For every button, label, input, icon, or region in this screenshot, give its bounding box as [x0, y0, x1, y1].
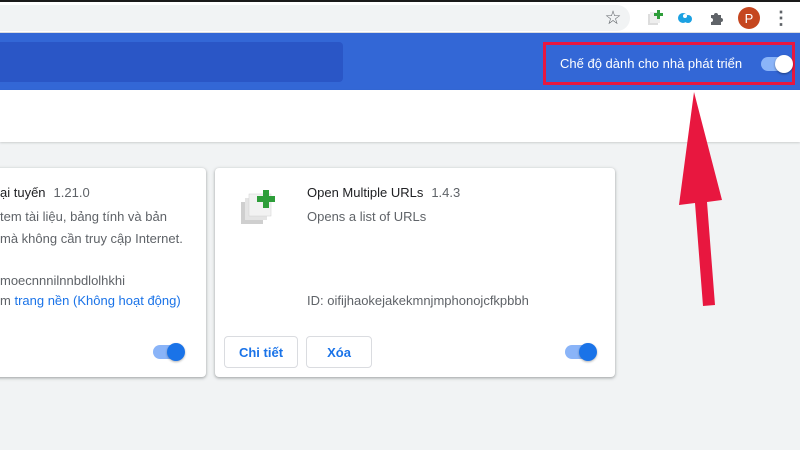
inspect-views: m trang nền (Không hoạt động)	[0, 290, 181, 312]
search-extensions-bar[interactable]	[0, 42, 343, 82]
description-line: tem tài liệu, bảng tính và bản	[0, 209, 167, 224]
extensions-header: Chế độ dành cho nhà phát triển	[0, 33, 800, 90]
toggle-thumb	[167, 343, 185, 361]
extension-id: moecnnnilnnbdlolhkhi	[0, 273, 126, 288]
extensions-page: ☆ P ⋮ Chế độ dành cho nhà phát triển ại …	[0, 0, 800, 450]
star-icon[interactable]: ☆	[602, 7, 624, 29]
extension-description: tem tài liệu, bảng tính và bản mà không …	[0, 206, 183, 250]
open-multiple-urls-logo-icon	[241, 190, 275, 224]
extension-version: 1.4.3	[431, 185, 461, 200]
cloud-sync-icon[interactable]	[674, 7, 696, 29]
extension-open-multiple-urls-icon[interactable]	[644, 7, 666, 29]
address-bar[interactable]	[0, 5, 630, 31]
developer-mode-toggle[interactable]	[761, 55, 793, 73]
extension-title: Open Multiple URLs 1.4.3	[307, 185, 460, 200]
extension-description: Opens a list of URLs	[307, 209, 427, 224]
more-menu-icon[interactable]: ⋮	[770, 7, 792, 29]
extension-name: Open Multiple URLs	[307, 185, 424, 200]
developer-mode-label: Chế độ dành cho nhà phát triển	[560, 56, 743, 71]
extension-enable-toggle[interactable]	[565, 343, 597, 361]
description-line: mà không cần truy cập Internet.	[0, 231, 183, 246]
browser-toolbar: ☆ P ⋮	[0, 0, 800, 33]
extension-enable-toggle[interactable]	[153, 343, 185, 361]
puzzle-icon[interactable]	[706, 7, 728, 29]
extension-card: ại tuyến 1.21.0 tem tài liệu, bảng tính v…	[0, 168, 206, 377]
inspect-views-prefix: m	[0, 293, 15, 308]
extension-title: ại tuyến 1.21.0	[0, 185, 90, 200]
remove-button[interactable]: Xóa	[306, 336, 372, 368]
background-page-link[interactable]: trang nền (Không hoạt động)	[14, 293, 180, 308]
extension-card-open-multiple-urls: Open Multiple URLs 1.4.3 Opens a list of …	[215, 168, 615, 377]
toggle-thumb	[775, 55, 793, 73]
developer-mode-highlight: Chế độ dành cho nhà phát triển	[543, 42, 795, 85]
avatar[interactable]: P	[738, 7, 760, 29]
details-button[interactable]: Chi tiết	[224, 336, 298, 368]
extension-name: ại tuyến	[0, 185, 46, 200]
annotation-arrow-icon	[679, 92, 722, 306]
toggle-thumb	[579, 343, 597, 361]
extension-id: ID: oifijhaokejakekmnjmphonojcfkpbbh	[307, 293, 529, 308]
extension-version: 1.21.0	[53, 185, 90, 200]
